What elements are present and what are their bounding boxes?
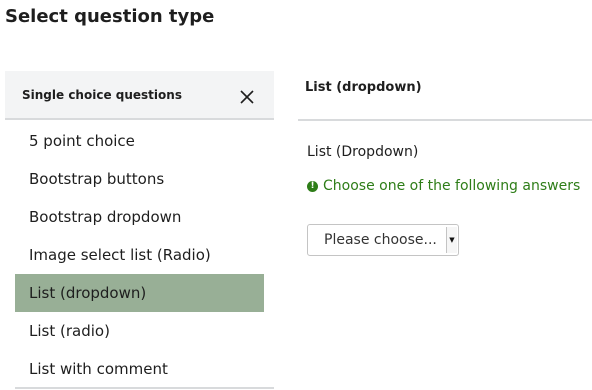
question-type-item[interactable]: Bootstrap buttons [15, 160, 264, 198]
question-type-item-selected[interactable]: List (dropdown) [15, 274, 264, 312]
close-icon [240, 90, 254, 104]
answer-dropdown[interactable]: Please choose... ▼ [307, 224, 459, 256]
question-type-item[interactable]: List (radio) [15, 312, 264, 350]
preview-title: List (dropdown) [305, 80, 422, 95]
list-divider [15, 387, 274, 389]
exclamation-circle-icon: ! [307, 180, 318, 192]
preview-panel: List (dropdown) List (Dropdown) ! Choose… [298, 71, 592, 390]
question-type-item[interactable]: List with comment [15, 350, 264, 388]
group-title: Single choice questions [22, 88, 182, 102]
group-header: Single choice questions [5, 71, 274, 120]
question-type-panel: Single choice questions 5 point choice B… [5, 71, 274, 390]
close-button[interactable] [237, 87, 257, 107]
question-type-item[interactable]: 5 point choice [15, 122, 264, 160]
answer-hint: ! Choose one of the following answers [307, 178, 580, 194]
question-type-item[interactable]: Image select list (Radio) [15, 236, 264, 274]
preview-divider [298, 119, 592, 121]
preview-question-text: List (Dropdown) [307, 144, 419, 160]
dropdown-value: Please choose... [324, 232, 437, 248]
caret-down-icon: ▼ [446, 227, 457, 253]
question-type-item[interactable]: Bootstrap dropdown [15, 198, 264, 236]
answer-hint-text: Choose one of the following answers [323, 178, 581, 194]
page-title: Select question type [5, 6, 215, 27]
